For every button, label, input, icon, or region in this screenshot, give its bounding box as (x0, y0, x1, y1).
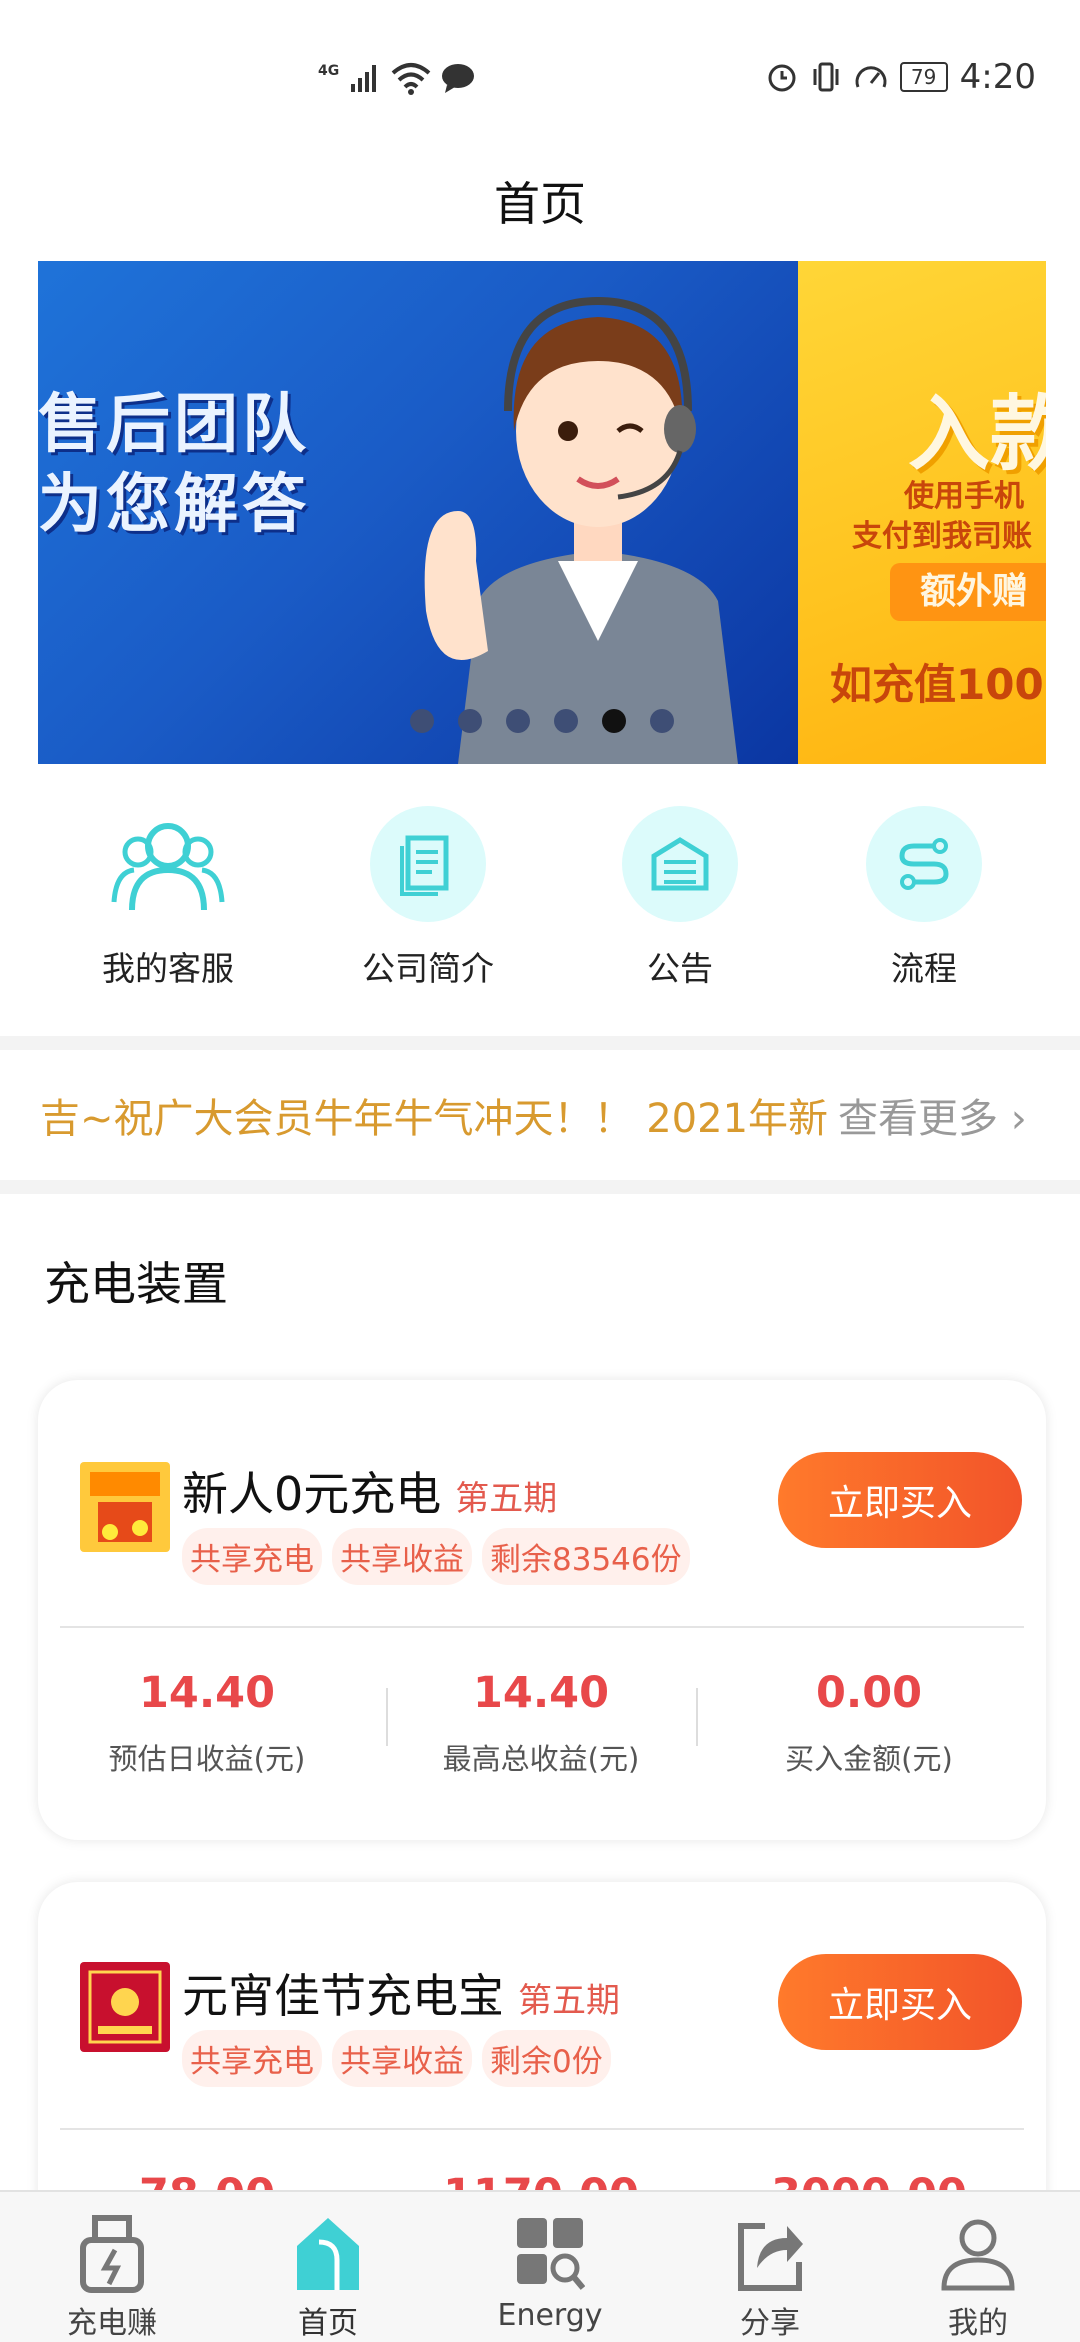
energy-grid-icon (470, 2214, 630, 2294)
tag-shared-charging: 共享充电 (182, 2030, 322, 2087)
tag-shared-charging: 共享充电 (182, 1528, 322, 1585)
customer-service-agent-illustration (424, 296, 738, 764)
product-name-text: 元宵佳节充电宝 (182, 1969, 504, 2023)
customer-service-icon (110, 806, 226, 922)
vibrate-icon (813, 62, 839, 92)
banner-deposit-line-3: 如充值100 (830, 660, 1044, 709)
section-divider (0, 1036, 1080, 1050)
product-name: 元宵佳节充电宝 第五期 (182, 1960, 620, 2026)
quick-nav-label: 公告 (647, 949, 713, 988)
product-name-text: 新人0元充电 (182, 1467, 442, 1521)
user-icon (898, 2214, 1058, 2294)
stat-separator (696, 1688, 698, 1746)
speed-icon (855, 66, 887, 88)
network-type: 4G (318, 63, 340, 79)
quick-nav-label: 我的客服 (102, 949, 234, 988)
quick-nav-label: 公司简介 (362, 949, 494, 988)
tag-remaining: 剩余0份 (482, 2030, 611, 2087)
banner-slide-deposit[interactable]: 入款 使用手机 支付到我司账 额外赠 如充值100 (798, 261, 1046, 764)
quick-nav: 我的客服 公司简介 公告 流程 (0, 806, 1080, 996)
bottom-nav-label: 分享 (740, 2306, 800, 2341)
bottom-nav-energy[interactable]: Energy (470, 2214, 630, 2333)
banner-slide-support[interactable]: 售后团队 为您解答 (38, 261, 798, 764)
tag-shared-earnings: 共享收益 (332, 2030, 472, 2087)
view-more-link[interactable]: 查看更多 › (838, 1086, 1027, 1144)
quick-nav-label: 流程 (891, 949, 957, 988)
carousel-dot[interactable] (410, 709, 434, 733)
product-period: 第五期 (455, 1479, 558, 1519)
quick-nav-announcement[interactable]: 公告 (570, 806, 790, 990)
bottom-nav-label: 充电赚 (67, 2306, 157, 2341)
process-icon (866, 806, 982, 922)
quick-nav-company[interactable]: 公司简介 (318, 806, 538, 990)
stat-value: 0.00 (815, 1668, 923, 1718)
gift-pack-thumbnail (80, 1462, 170, 1552)
stat-value: 14.40 (472, 1668, 609, 1718)
quick-nav-customer-service[interactable]: 我的客服 (58, 806, 278, 990)
banner-deposit-pill: 额外赠 (890, 563, 1046, 621)
status-right: 79 4:20 (766, 52, 1036, 102)
bottom-nav-home[interactable]: 首页 (248, 2214, 408, 2342)
stat-value: 14.40 (138, 1668, 275, 1718)
wifi-icon (391, 63, 431, 95)
status-left: 4G (318, 58, 475, 98)
carousel-dot[interactable] (506, 709, 530, 733)
alarm-icon (768, 64, 796, 92)
carousel-dots (410, 709, 674, 733)
bottom-nav: 充电赚 首页 Energy 分享 我的 (0, 2190, 1080, 2342)
battery-indicator: 79 (899, 62, 948, 92)
carousel-dot-active[interactable] (602, 709, 626, 733)
bottom-nav-share[interactable]: 分享 (690, 2214, 850, 2342)
notice-bar[interactable]: 吉~祝广大会员牛年牛气冲天！！ 2021年新 查看更多 › (0, 1060, 1080, 1172)
card-divider (60, 1626, 1024, 1628)
carousel-dot[interactable] (650, 709, 674, 733)
banner-line-2: 为您解答 (38, 468, 310, 542)
lantern-festival-thumbnail (80, 1962, 170, 2052)
charger-icon (32, 2214, 192, 2294)
banner-deposit-title: 入款 (908, 387, 1046, 482)
section-divider (0, 1180, 1080, 1194)
section-title: 充电装置 (44, 1257, 228, 1311)
stat-label: 买入金额(元) (785, 1742, 953, 1776)
page-title: 首页 (494, 177, 586, 231)
tag-shared-earnings: 共享收益 (332, 1528, 472, 1585)
product-tags: 共享充电 共享收益 剩余83546份 (182, 1528, 690, 1585)
buy-now-button[interactable]: 立即买入 (778, 1452, 1022, 1548)
bottom-nav-label: 首页 (298, 2306, 358, 2341)
product-tags: 共享充电 共享收益 剩余0份 (182, 2030, 611, 2087)
carousel-dot[interactable] (554, 709, 578, 733)
banner-line-1: 售后团队 (38, 388, 310, 462)
product-period: 第五期 (518, 1981, 620, 2021)
buy-now-button[interactable]: 立即买入 (778, 1954, 1022, 2050)
status-bar: 4G 79 4:20 (0, 0, 1080, 150)
message-icon (442, 64, 475, 93)
stat-label: 预估日收益(元) (108, 1742, 306, 1776)
bottom-nav-label: 我的 (948, 2306, 1008, 2341)
carousel-dot[interactable] (458, 709, 482, 733)
banner-carousel[interactable]: 售后团队 为您解答 入款 使用手机 支付到我司账 额外赠 如充值100 (38, 261, 1046, 764)
home-icon (248, 2214, 408, 2294)
bottom-nav-charge-earn[interactable]: 充电赚 (32, 2214, 192, 2342)
quick-nav-process[interactable]: 流程 (814, 806, 1034, 990)
signal-icon (351, 65, 377, 92)
document-icon (370, 806, 486, 922)
notice-text[interactable]: 吉~祝广大会员牛年牛气冲天！！ 2021年新 (40, 1086, 830, 1144)
bottom-nav-mine[interactable]: 我的 (898, 2214, 1058, 2342)
card-divider (60, 2128, 1024, 2130)
stat-label: 最高总收益(元) (442, 1742, 640, 1776)
announcement-icon (622, 806, 738, 922)
tag-remaining: 剩余83546份 (482, 1528, 690, 1585)
time: 4:20 (959, 57, 1036, 97)
bottom-nav-label: Energy (497, 2298, 603, 2333)
product-card[interactable]: 新人0元充电 第五期 共享充电 共享收益 剩余83546份 立即买入 14.40 … (38, 1380, 1046, 1840)
banner-deposit-line-1: 使用手机 (904, 479, 1024, 514)
product-name: 新人0元充电 第五期 (182, 1458, 557, 1524)
stat-buy-amount: 0.00 买入金额(元) (704, 1668, 1034, 1778)
share-icon (690, 2214, 850, 2294)
stat-max-earnings: 14.40 最高总收益(元) (376, 1668, 706, 1778)
banner-deposit-line-2: 支付到我司账 (852, 519, 1032, 554)
stat-daily-earnings: 14.40 预估日收益(元) (42, 1668, 372, 1778)
